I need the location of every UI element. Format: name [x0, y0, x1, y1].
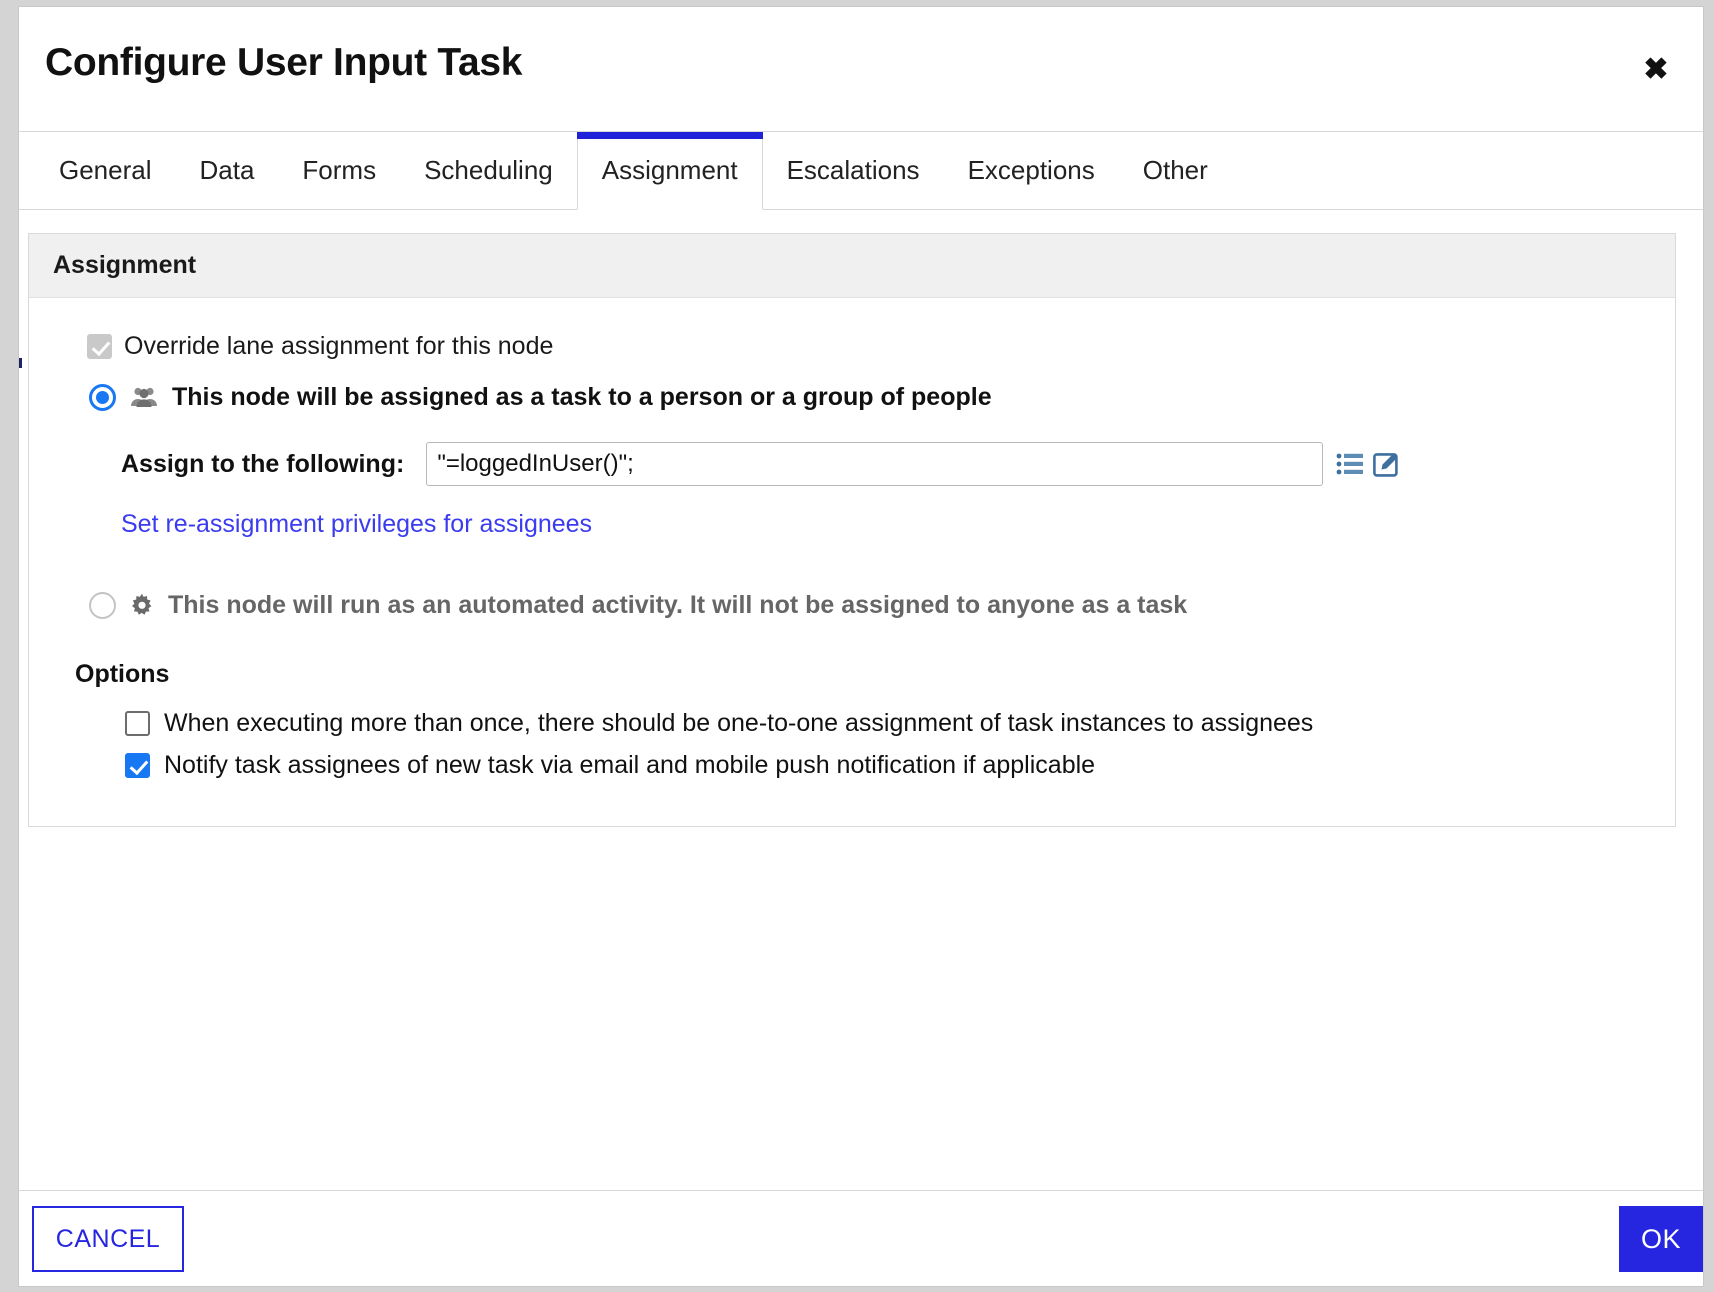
- set-reassignment-privileges-link[interactable]: Set re-assignment privileges for assigne…: [121, 510, 592, 538]
- assign-to-label: Assign to the following:: [121, 449, 405, 478]
- radio-row-person[interactable]: This node will be assigned as a task to …: [89, 383, 1651, 412]
- radio-automated-activity-label: This node will run as an automated activ…: [168, 591, 1188, 619]
- override-lane-checkbox: [87, 334, 112, 359]
- left-edge-marker: [19, 358, 22, 368]
- dialog-footer: CANCEL OK: [19, 1190, 1703, 1286]
- close-icon[interactable]: ✖: [1637, 51, 1675, 89]
- cancel-button[interactable]: CANCEL: [32, 1206, 184, 1272]
- tab-forms[interactable]: Forms: [278, 132, 400, 209]
- radio-assign-to-person[interactable]: [89, 384, 116, 411]
- tab-escalations[interactable]: Escalations: [763, 132, 944, 209]
- gear-icon: [129, 593, 155, 619]
- assignment-panel-content: Override lane assignment for this node T…: [29, 298, 1675, 826]
- one-to-one-assignment-label: When executing more than once, there sho…: [164, 709, 1314, 737]
- options-title: Options: [75, 660, 170, 688]
- configure-user-input-task-dialog: Configure User Input Task ✖ General Data…: [18, 6, 1704, 1287]
- option-row-notify[interactable]: Notify task assignees of new task via em…: [125, 751, 1651, 780]
- list-icon[interactable]: [1336, 452, 1364, 477]
- dialog-title-bar: Configure User Input Task ✖: [19, 7, 1703, 132]
- assign-to-row: Assign to the following:: [121, 442, 1651, 486]
- option-row-one-to-one[interactable]: When executing more than once, there sho…: [125, 709, 1651, 738]
- tab-general[interactable]: General: [35, 132, 176, 209]
- tab-scheduling[interactable]: Scheduling: [400, 132, 577, 209]
- ok-button[interactable]: OK: [1619, 1206, 1703, 1272]
- assignment-panel: Assignment Override lane assignment for …: [28, 233, 1676, 827]
- reassignment-link-row: Set re-assignment privileges for assigne…: [121, 510, 1651, 539]
- tab-bar: General Data Forms Scheduling Assignment…: [19, 132, 1703, 210]
- assign-to-input[interactable]: [426, 442, 1324, 486]
- dialog-body: Assignment Override lane assignment for …: [19, 210, 1703, 1190]
- page-title: Configure User Input Task: [45, 41, 523, 84]
- assignment-panel-header: Assignment: [29, 234, 1675, 298]
- one-to-one-assignment-checkbox[interactable]: [125, 711, 150, 736]
- radio-assign-to-person-label: This node will be assigned as a task to …: [172, 383, 992, 411]
- tab-exceptions[interactable]: Exceptions: [944, 132, 1119, 209]
- tab-data[interactable]: Data: [176, 132, 279, 209]
- radio-automated-activity[interactable]: [89, 592, 116, 619]
- override-lane-label: Override lane assignment for this node: [124, 332, 554, 360]
- notify-assignees-label: Notify task assignees of new task via em…: [164, 751, 1096, 779]
- edit-pencil-icon[interactable]: [1373, 452, 1399, 477]
- people-group-icon: [129, 386, 159, 410]
- tab-assignment[interactable]: Assignment: [576, 132, 763, 210]
- assign-to-icon-group: [1336, 452, 1399, 477]
- radio-row-automated[interactable]: This node will run as an automated activ…: [89, 591, 1651, 620]
- notify-assignees-checkbox[interactable]: [125, 753, 150, 778]
- override-lane-row: Override lane assignment for this node: [87, 332, 1651, 361]
- tab-other[interactable]: Other: [1119, 132, 1232, 209]
